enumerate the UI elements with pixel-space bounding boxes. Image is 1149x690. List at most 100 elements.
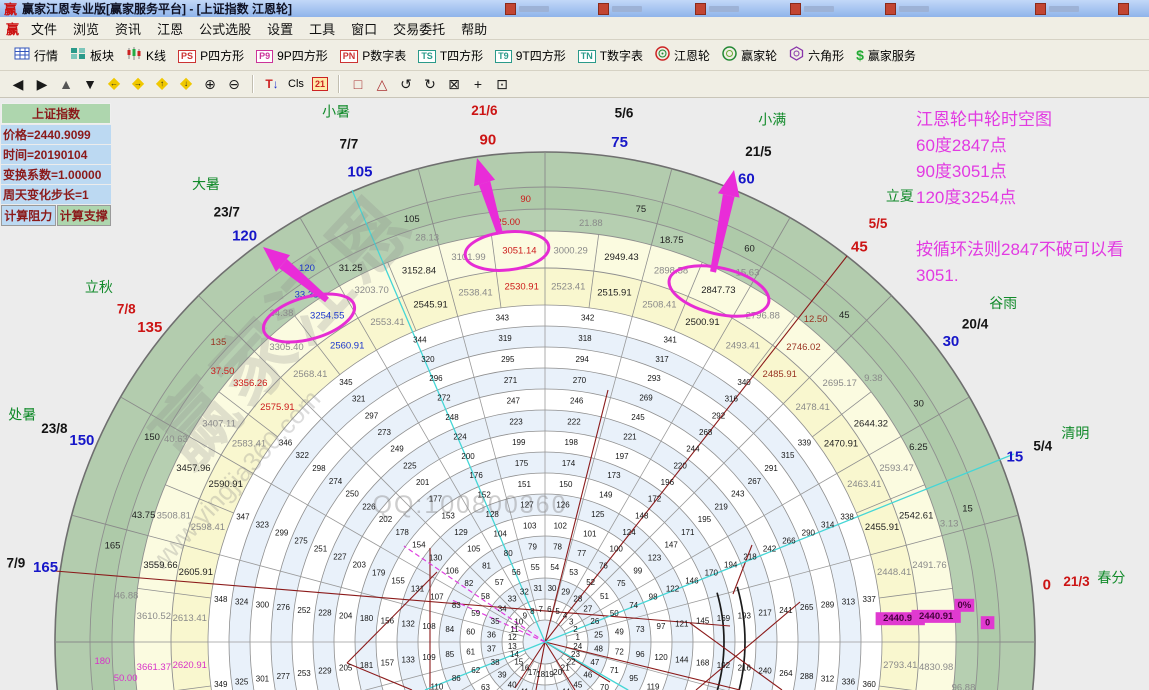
page-up-icon[interactable]: ▲ [58,75,74,93]
percent-label: 18.75 [660,235,684,246]
window-title: 赢家江恩专业版[赢家服务平台] - [上证指数 江恩轮] [22,0,292,17]
menu-item-5[interactable]: 设置 [259,22,301,37]
price-label-inner: 2568.41 [293,369,327,380]
pan-up-icon[interactable]: ◆↑ [154,75,170,93]
nav-back-icon[interactable]: ◀ [10,75,26,93]
spiral-number: 85 [445,650,454,659]
price-label-inner: 2560.91 [330,340,364,351]
outer-degree-label: 150 [69,432,94,449]
price-label-outer: 3559.66 [143,560,177,571]
price-label-outer: 2593.47 [879,463,913,474]
menu-item-3[interactable]: 江恩 [149,22,191,37]
toolbar-button-T数字表[interactable]: TNT数字表 [572,45,649,66]
spiral-number: 75 [617,579,626,588]
time-price-icon[interactable]: T↓ [264,75,280,93]
degree-ring-label: 105 [404,214,420,225]
menu-item-0[interactable]: 文件 [23,22,65,37]
pan-left-icon[interactable]: ◆← [106,75,122,93]
spiral-number: 107 [430,593,444,602]
menu-item-1[interactable]: 浏览 [65,22,107,37]
price-label-inner: 2515.91 [597,287,631,298]
spiral-number: 61 [466,647,475,656]
toolbar-button-9T四方形[interactable]: T99T四方形 [489,45,572,66]
toolbar-button-9P四方形[interactable]: P99P四方形 [250,45,334,66]
spiral-number: 313 [842,598,856,607]
price-label-inner: 2575.91 [260,402,294,413]
rotate-ccw-icon[interactable]: ↺ [398,75,414,93]
pan-down-icon[interactable]: ◆↓ [178,75,194,93]
spiral-number: 28 [573,595,582,604]
toolbar-button-label: 9T四方形 [516,47,566,64]
toolbar-button-label: P数字表 [362,47,406,64]
spiral-number: 181 [360,661,374,670]
price-label-outer: 3407.11 [202,419,236,430]
toolbar-button-六角形[interactable]: 六角形 [783,44,850,66]
toolbar-button-K线[interactable]: K线 [120,45,172,66]
menu-item-8[interactable]: 交易委托 [385,22,453,37]
spiral-number: 127 [520,501,534,510]
percent-label: 43.75 [132,510,156,521]
outer-degree-label: 165 [33,559,58,576]
toolbar-button-P四方形[interactable]: PSP四方形 [172,45,250,66]
date-label: 21/6 [471,103,498,118]
square-tool-icon[interactable]: □ [350,75,366,93]
price-label-outer: 2695.17 [823,378,857,389]
spiral-number: 78 [553,542,562,551]
spiral-number: 170 [705,569,719,578]
menu-item-9[interactable]: 帮助 [453,22,495,37]
spiral-number: 217 [758,609,772,618]
rotate-cw-icon[interactable]: ↻ [422,75,438,93]
calc-support-button[interactable]: 计算支撑 [57,205,112,226]
spiral-number: 347 [236,512,250,521]
date-label: 7/8 [117,301,136,316]
menu-item-4[interactable]: 公式选股 [191,22,259,37]
menu-item-2[interactable]: 资讯 [107,22,149,37]
toolbar-button-T四方形[interactable]: TST四方形 [412,45,489,66]
toolbar-button-江恩轮[interactable]: 江恩轮 [649,44,716,66]
spiral-number: 198 [565,438,579,447]
solar-term-label: 大暑 [192,176,220,192]
nav-forward-icon[interactable]: ▶ [34,75,50,93]
spiral-number: 323 [256,520,270,529]
toolbar-button-赢家服务[interactable]: $赢家服务 [850,45,922,66]
page-down-icon[interactable]: ▼ [82,75,98,93]
spiral-number: 132 [402,619,416,628]
degree-ring-label: 120 [299,263,315,274]
cls-button[interactable]: Cls [288,75,304,93]
spiral-number: 275 [294,536,308,545]
toolbar-button-label: 赢家轮 [741,47,777,64]
spiral-number: 7 [538,605,543,614]
spiral-number: 6 [547,605,552,614]
spiral-number: 242 [763,545,777,554]
menu-item-6[interactable]: 工具 [301,22,343,37]
triangle-tool-icon[interactable]: △ [374,75,390,93]
instrument-panel: 上证指数 价格=2440.9099时间=20190104变换系数=1.00000… [1,103,111,226]
calendar-icon[interactable]: 21 [312,75,328,93]
spiral-number: 133 [402,656,416,665]
price-label-inner: 2620.91 [173,660,207,671]
toolbar-button-行情[interactable]: 行情 [8,45,64,66]
percent-label: 21.88 [579,218,603,229]
pointer-tool-icon[interactable]: ⊡ [494,75,510,93]
toolbar-button-板块[interactable]: 板块 [64,45,120,66]
spiral-number: 204 [339,611,353,620]
select-box-icon[interactable]: ⊠ [446,75,462,93]
menu-item-7[interactable]: 窗口 [343,22,385,37]
ts-badge-icon: TS [418,48,436,63]
calc-resistance-button[interactable]: 计算阻力 [1,205,56,226]
pan-right-icon[interactable]: ◆→ [130,75,146,93]
spiral-number: 46 [583,670,592,679]
spiral-number: 57 [495,578,504,587]
zoom-out-icon[interactable]: ⊖ [226,75,242,93]
spiral-number: 312 [821,675,835,684]
degree-ring-label: 165 [105,541,121,552]
spiral-number: 224 [453,432,467,441]
spiral-number: 77 [577,549,586,558]
percent-label: 9.38 [864,373,883,384]
toolbar-button-P数字表[interactable]: PNP数字表 [334,45,413,66]
spiral-number: 38 [491,658,500,667]
center-cross-icon[interactable]: + [470,75,486,93]
zoom-in-icon[interactable]: ⊕ [202,75,218,93]
toolbar-button-赢家轮[interactable]: 赢家轮 [716,44,783,66]
spiral-number: 339 [798,438,812,447]
